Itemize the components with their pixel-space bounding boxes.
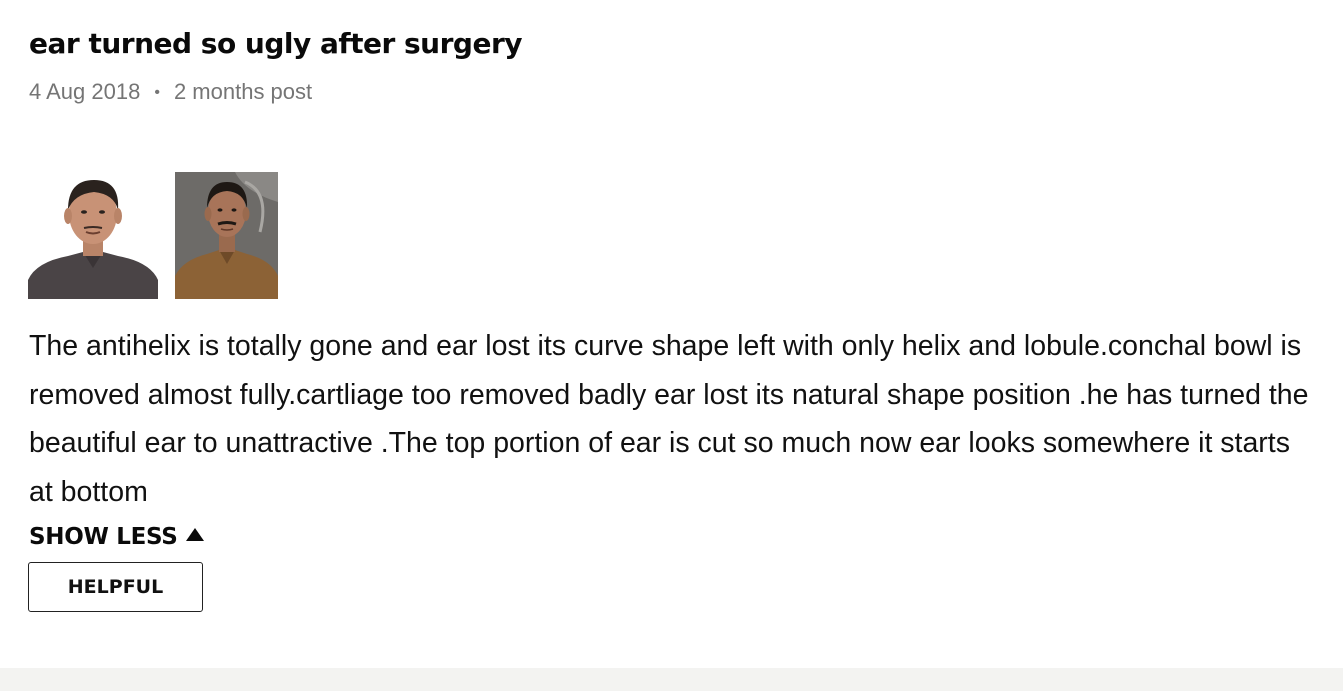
post-relative-time: 2 months post <box>173 79 313 104</box>
show-less-label: SHOW LESS <box>29 524 178 550</box>
section-divider <box>0 668 1343 691</box>
post-date: 4 Aug 2018 <box>29 79 141 104</box>
photo-before[interactable] <box>28 172 158 299</box>
person-photo-icon <box>28 172 158 299</box>
person-photo-icon <box>175 172 278 299</box>
post-body: The antihelix is totally gone and ear lo… <box>29 330 1309 508</box>
helpful-button[interactable]: HELPFUL <box>28 562 203 612</box>
caret-up-icon <box>185 528 204 541</box>
post-meta: 4 Aug 2018 • 2 months post <box>29 79 312 105</box>
photo-after[interactable] <box>175 172 278 299</box>
show-less-toggle[interactable]: SHOW LESS <box>29 524 204 550</box>
post-title: ear turned so ugly after surgery <box>29 27 523 60</box>
meta-separator: • <box>154 84 160 101</box>
